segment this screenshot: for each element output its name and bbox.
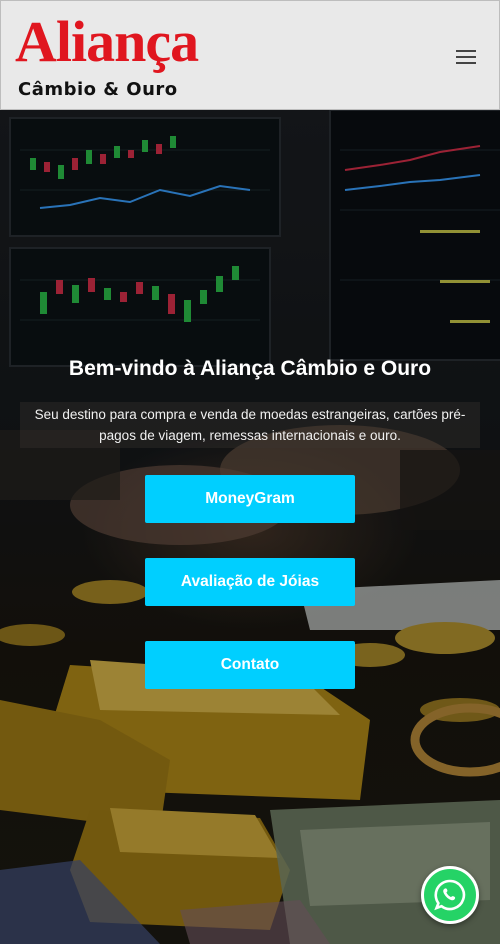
site-header: Aliança Câmbio & Ouro xyxy=(0,0,500,110)
contact-button[interactable]: Contato xyxy=(145,641,355,689)
jewelry-appraisal-button[interactable]: Avaliação de Jóias xyxy=(145,558,355,606)
hamburger-menu-icon xyxy=(456,50,476,64)
moneygram-button[interactable]: MoneyGram xyxy=(145,475,355,523)
whatsapp-icon xyxy=(434,879,466,911)
whatsapp-button[interactable] xyxy=(421,866,479,924)
brand-logo[interactable]: Aliança Câmbio & Ouro xyxy=(15,11,199,103)
hero-title: Bem-vindo à Aliança Câmbio e Ouro xyxy=(68,357,432,380)
hero-dark-overlay xyxy=(0,110,500,944)
menu-button[interactable] xyxy=(451,45,481,69)
hero-description: Seu destino para compra e venda de moeda… xyxy=(20,402,480,448)
brand-name: Aliança xyxy=(15,9,199,74)
hero-section: Bem-vindo à Aliança Câmbio e Ouro Seu de… xyxy=(0,110,500,944)
brand-tagline: Câmbio & Ouro xyxy=(18,79,178,100)
